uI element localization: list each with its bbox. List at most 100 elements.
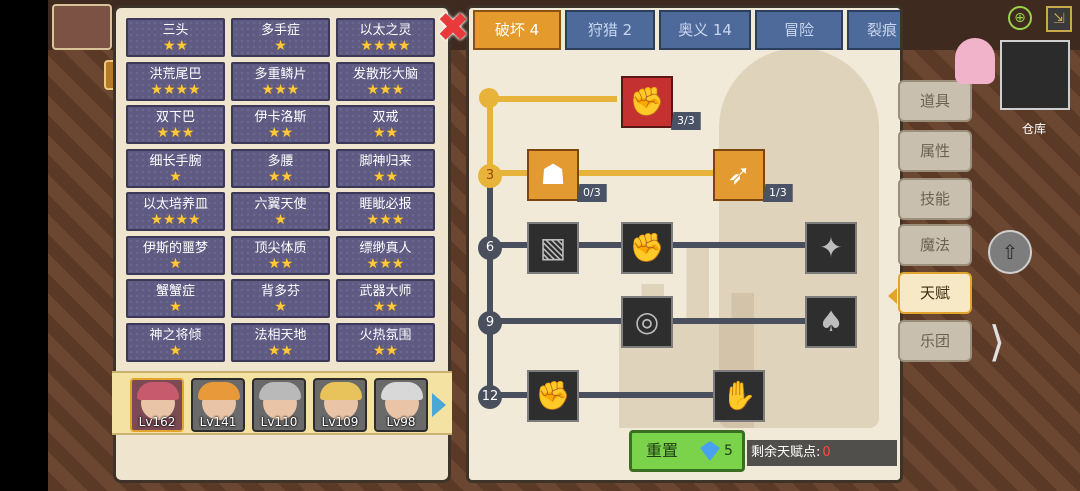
trait-card[interactable]: 神之将倾 ★	[126, 322, 225, 362]
trait-card[interactable]: 脚神归来 ★★	[336, 148, 435, 188]
talent-arrow[interactable]: ➶	[713, 149, 765, 201]
trait-name: 武器大师	[359, 284, 412, 299]
talent-disc[interactable]: ◎	[621, 296, 673, 348]
trait-stars: ★★	[372, 125, 399, 141]
trait-card[interactable]: 武器大师 ★★	[336, 279, 435, 318]
tree-root-dot	[479, 88, 499, 108]
remaining-points: 剩余天赋点: 0	[747, 440, 897, 466]
hero-portrait[interactable]: Lv110	[252, 378, 306, 432]
trait-card[interactable]: 睚眦必报 ★★★	[336, 192, 435, 231]
active-category-arrow-icon	[888, 288, 897, 304]
trait-card[interactable]: 背多芬 ★	[231, 279, 330, 318]
reset-label: 重置	[646, 441, 679, 460]
trait-card[interactable]: 伊卡洛斯 ★★	[231, 105, 330, 144]
level-marker-6: 6	[478, 236, 502, 260]
trait-card[interactable]: 双戒 ★★	[336, 105, 435, 144]
trait-stars: ★	[169, 342, 182, 359]
gem-icon	[700, 441, 720, 461]
arm-wrestle-icon: ✊	[629, 85, 665, 118]
talent-card[interactable]: ▧	[527, 222, 579, 274]
minimap[interactable]	[1000, 40, 1070, 110]
trait-name: 蟹蟹症	[155, 284, 195, 299]
trait-card[interactable]: 双下巴 ★★★	[126, 105, 225, 144]
trait-name: 六翼天使	[254, 197, 307, 212]
trait-stars: ★	[274, 299, 287, 315]
trait-name: 睚眦必报	[359, 197, 412, 212]
trait-card[interactable]: 顶尖体质 ★★	[231, 235, 330, 275]
talent-power[interactable]: ✊	[527, 370, 579, 422]
hero-level: Lv162	[138, 415, 176, 429]
trait-card[interactable]: 洪荒尾巴 ★★★★	[126, 61, 225, 101]
tab-4[interactable]: 裂痕	[847, 10, 900, 50]
reset-button[interactable]: 重置 5	[629, 430, 745, 472]
talent-fist[interactable]: ✊	[621, 222, 673, 274]
compass-icon[interactable]: ⇧	[988, 230, 1032, 274]
category-tab-1[interactable]: 属性	[898, 130, 972, 172]
trait-stars: ★★	[372, 342, 399, 359]
trait-name: 脚神归来	[359, 153, 412, 169]
trait-name: 以太培养皿	[142, 197, 208, 212]
power-fist-icon: ✊	[535, 379, 571, 412]
trait-stars: ★★	[267, 168, 294, 185]
talent-splash[interactable]: ✦	[805, 222, 857, 274]
scroll-right-arrow-icon[interactable]	[432, 393, 446, 417]
close-icon[interactable]: ✖	[435, 8, 471, 48]
arrow-icon: ➶	[727, 158, 751, 191]
talent-bat[interactable]: ♠	[805, 296, 857, 348]
trait-stars: ★★★	[156, 125, 195, 141]
exit-icon[interactable]: ⇲	[1046, 6, 1072, 32]
body-icon: ☗	[540, 158, 566, 191]
trait-stars: ★★	[267, 125, 294, 141]
trait-name: 三头	[162, 23, 189, 38]
category-tab-2[interactable]: 技能	[898, 178, 972, 220]
trait-name: 背多芬	[260, 284, 300, 299]
hero-portrait[interactable]: Lv98	[374, 378, 428, 432]
trait-name: 洪荒尾巴	[149, 66, 202, 82]
npc-bunny	[955, 38, 995, 84]
trait-card[interactable]: 三头 ★★	[126, 18, 225, 57]
category-tab-5[interactable]: 乐团	[898, 320, 972, 362]
hero-hair	[259, 382, 301, 400]
talent-hand[interactable]: ✋	[713, 370, 765, 422]
trait-card[interactable]: 六翼天使 ★	[231, 192, 330, 231]
trait-stars: ★★★★	[150, 212, 201, 228]
hero-portrait[interactable]: Lv141	[191, 378, 245, 432]
trait-card[interactable]: 以太之灵 ★★★★	[336, 18, 435, 57]
trait-card[interactable]: 多手症 ★	[231, 18, 330, 57]
talent-tabs: 破坏 4 狩猎 2 奥义 14 冒险 裂痕	[469, 8, 900, 54]
hero-portrait[interactable]: Lv109	[313, 378, 367, 432]
trait-stars: ★★★	[366, 212, 405, 228]
tab-0[interactable]: 破坏 4	[473, 10, 561, 50]
trait-card[interactable]: 以太培养皿 ★★★★	[126, 192, 225, 231]
trait-name: 火热氛围	[359, 327, 412, 343]
talent-arm-wrestle[interactable]: ✊	[621, 76, 673, 128]
hero-portrait-hud[interactable]	[52, 4, 112, 50]
trait-card[interactable]: 细长手腕 ★	[126, 148, 225, 188]
category-tab-3[interactable]: 魔法	[898, 224, 972, 266]
trait-card[interactable]: 法相天地 ★★	[231, 322, 330, 362]
trait-card[interactable]: 多重鳞片 ★★★	[231, 61, 330, 101]
tab-3[interactable]: 冒险	[755, 10, 843, 50]
trait-card[interactable]: 发散形大脑 ★★★	[336, 61, 435, 101]
minimap-store-label: 仓库	[1022, 122, 1047, 136]
hand-icon: ✋	[721, 379, 757, 412]
trait-stars: ★★★	[366, 255, 405, 272]
tab-2[interactable]: 奥义 14	[659, 10, 751, 50]
trait-card[interactable]: 蟹蟹症 ★	[126, 279, 225, 318]
trait-stars: ★★★	[261, 81, 300, 98]
trait-card[interactable]: 多腰 ★★	[231, 148, 330, 188]
talent-body[interactable]: ☗	[527, 149, 579, 201]
trait-name: 多腰	[267, 153, 294, 169]
category-tab-0[interactable]: 道具	[898, 80, 972, 122]
trait-card[interactable]: 缥缈真人 ★★★	[336, 235, 435, 275]
trait-name: 多手症	[260, 23, 300, 38]
tab-1[interactable]: 狩猎 2	[565, 10, 655, 50]
trait-card[interactable]: 伊斯的噩梦 ★	[126, 235, 225, 275]
trait-card[interactable]: 火热氛围 ★★	[336, 322, 435, 362]
bow-icon[interactable]: ⟩	[972, 312, 1022, 372]
trait-stars: ★★	[267, 342, 294, 359]
category-tab-4[interactable]: 天赋	[898, 272, 972, 314]
globe-icon[interactable]: ⊕	[1008, 6, 1032, 30]
hero-portrait[interactable]: Lv162	[130, 378, 184, 432]
remaining-points-label: 剩余天赋点:	[751, 445, 821, 460]
